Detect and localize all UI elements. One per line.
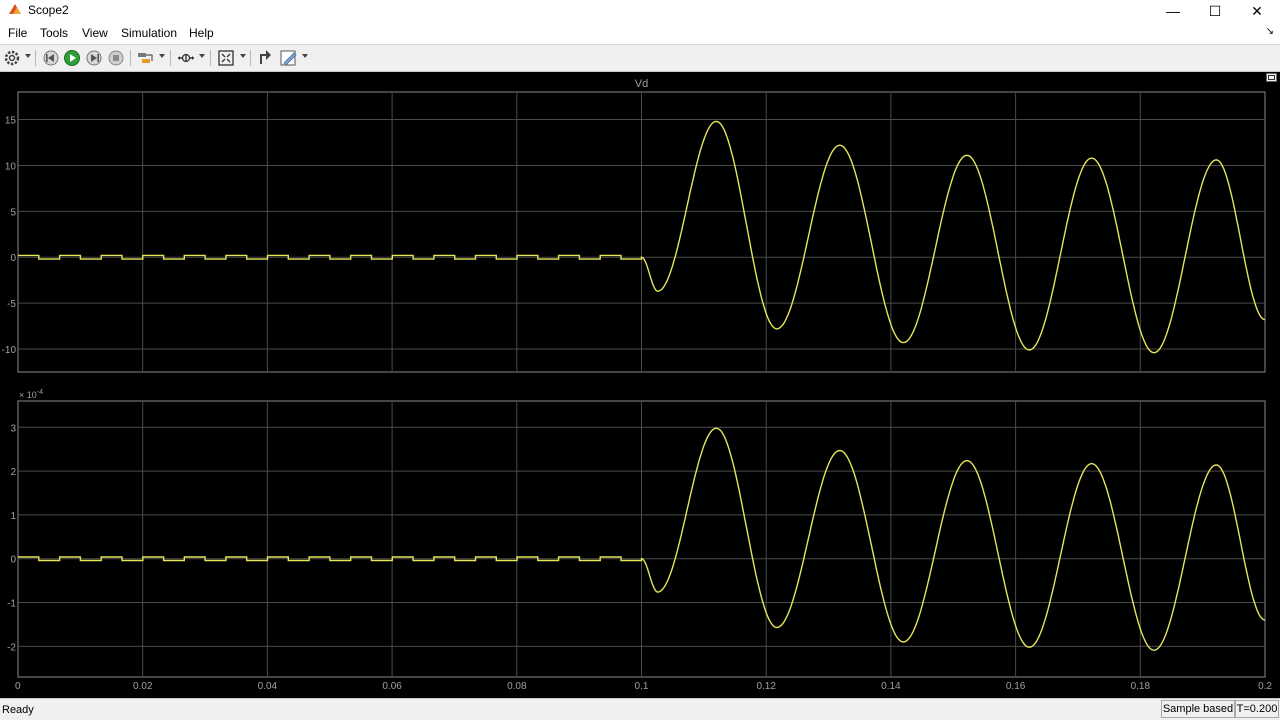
y-tick-label: -1 [7, 599, 16, 610]
cursor-measure-icon[interactable] [256, 48, 274, 68]
y-tick-label: 2 [10, 467, 16, 478]
x-tick-label: 0.06 [382, 681, 402, 692]
y-tick-label: 5 [10, 207, 16, 218]
toolbar-separator [170, 50, 171, 66]
stop-icon[interactable] [107, 48, 125, 68]
title-bar: Scope2 — ☐ ✕ [0, 0, 1280, 22]
close-button[interactable]: ✕ [1234, 0, 1280, 22]
y-tick-label: 15 [5, 116, 17, 127]
x-tick-label: 0.16 [1006, 681, 1026, 692]
x-tick-label: 0.1 [635, 681, 649, 692]
x-tick-label: 0.04 [258, 681, 278, 692]
y-tick-label: -2 [7, 642, 16, 653]
window-title: Scope2 [28, 3, 69, 17]
plot-lower[interactable]: 0 0.02 0.04 0.06 0.08 0.1 0.12 0.14 0.16 0.18 0.2 -… [7, 389, 1272, 692]
menu-view[interactable]: View [82, 26, 108, 40]
toolbar-separator [35, 50, 36, 66]
y-exponent-label: × 10-4 [19, 389, 43, 400]
run-icon[interactable] [63, 48, 81, 68]
y-tick-label: -5 [7, 299, 16, 310]
style-icon[interactable] [279, 48, 299, 68]
toolbar-separator [130, 50, 131, 66]
scope-plots[interactable]: -10-5051015Vd 0 0.02 0.04 0.06 0.08 0.1 0.12 0.… [0, 72, 1280, 698]
y-tick-label: 0 [10, 253, 16, 264]
plot-title: Vd [635, 78, 648, 90]
x-tick-label: 0 [15, 681, 21, 692]
menu-tools[interactable]: Tools [40, 26, 68, 40]
highlight-icon[interactable] [136, 48, 156, 68]
settings-dropdown-icon[interactable] [25, 54, 31, 58]
y-tick-label: 3 [10, 423, 16, 434]
simulation-time: T=0.200 [1235, 700, 1279, 718]
step-back-icon[interactable] [42, 48, 60, 68]
status-text: Ready [2, 704, 34, 716]
step-forward-icon[interactable] [85, 48, 103, 68]
undock-icon[interactable] [1266, 73, 1277, 82]
maximize-button[interactable]: ☐ [1192, 0, 1238, 22]
autoscale-dropdown-icon[interactable] [240, 54, 246, 58]
x-tick-label: 0.2 [1258, 681, 1272, 692]
zoom-icon[interactable] [176, 48, 196, 68]
x-tick-label: 0.12 [756, 681, 776, 692]
x-tick-label: 0.14 [881, 681, 901, 692]
minimize-button[interactable]: — [1150, 0, 1196, 22]
menu-bar: File Tools View Simulation Help ↘ [0, 22, 1280, 44]
autoscale-icon[interactable] [216, 48, 236, 68]
x-tick-label: 0.08 [507, 681, 527, 692]
plot-vd[interactable]: -10 -5 0 5 10 15 Vd [2, 78, 1266, 373]
x-tick-label: 0.02 [133, 681, 153, 692]
y-tick-label: 0 [10, 555, 16, 566]
dock-arrow-icon[interactable]: ↘ [1266, 26, 1274, 37]
matlab-icon [9, 4, 21, 14]
highlight-dropdown-icon[interactable] [159, 54, 165, 58]
y-tick-label: -10 [2, 345, 17, 356]
x-tick-label: 0.18 [1131, 681, 1151, 692]
toolbar [0, 44, 1280, 72]
toolbar-separator [250, 50, 251, 66]
settings-icon[interactable] [3, 48, 21, 68]
scope-display: -10 -5 0 5 10 15 Vd 0 0.02 0.04 0.06 0.08 0.1 0.12 0.… [0, 72, 1280, 698]
toolbar-separator [210, 50, 211, 66]
y-tick-label: 1 [10, 511, 16, 522]
menu-help[interactable]: Help [189, 26, 214, 40]
status-bar: Ready Sample based T=0.200 [0, 698, 1280, 720]
zoom-dropdown-icon[interactable] [199, 54, 205, 58]
style-dropdown-icon[interactable] [302, 54, 308, 58]
y-tick-label: 10 [5, 161, 17, 172]
menu-simulation[interactable]: Simulation [121, 26, 177, 40]
menu-file[interactable]: File [8, 26, 27, 40]
sample-mode-label: Sample based [1161, 700, 1235, 718]
